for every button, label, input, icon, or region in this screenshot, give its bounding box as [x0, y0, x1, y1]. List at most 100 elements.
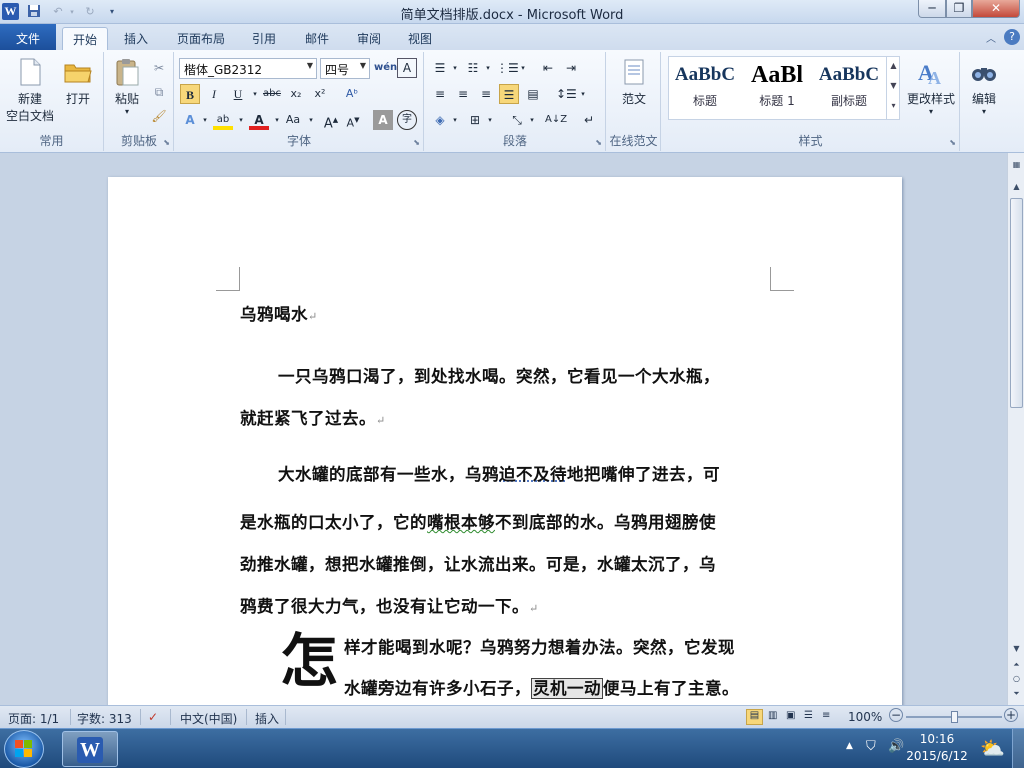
phonetic-guide-icon[interactable]: wén	[374, 58, 394, 78]
copy-icon[interactable]: ⧉	[149, 82, 169, 102]
close-button[interactable]: ✕	[972, 0, 1020, 18]
status-words[interactable]: 字数: 313	[77, 710, 132, 727]
clock[interactable]: 10:16 2015/6/12	[900, 731, 974, 765]
tab-review[interactable]: 审阅	[347, 27, 391, 50]
increase-indent-icon[interactable]: ⇥	[561, 58, 581, 78]
editing-dropdown-icon[interactable]: ▾	[965, 107, 1003, 116]
text-highlight-icon[interactable]: ab	[213, 110, 233, 130]
zoom-out-icon[interactable]: −	[889, 708, 903, 722]
vertical-scrollbar[interactable]: ▦ ▲ ▼ ⏶ ○ ⏷	[1007, 153, 1024, 705]
tab-mailings[interactable]: 邮件	[295, 27, 339, 50]
line-spacing-dropdown-icon[interactable]: ▾	[573, 84, 593, 104]
vertical-scroll-thumb[interactable]	[1010, 198, 1023, 408]
shading-dropdown-icon[interactable]: ▾	[445, 110, 465, 130]
text-effects-dropdown-icon[interactable]: ▾	[195, 110, 215, 130]
para1-line1[interactable]: 一只乌鸦口渴了，到处找水喝。突然，它看见一个大水瓶，	[278, 363, 720, 387]
bold-button[interactable]: B	[180, 84, 200, 104]
tab-view[interactable]: 视图	[398, 27, 442, 50]
clear-formatting-icon[interactable]: Aᵇ	[342, 84, 362, 104]
new-blank-document-button[interactable]: 新建 空白文档	[4, 56, 56, 124]
outline-icon[interactable]: ☰	[804, 710, 813, 721]
tab-insert[interactable]: 插入	[114, 27, 158, 50]
change-case-dropdown-icon[interactable]: ▾	[301, 110, 321, 130]
scroll-up-icon[interactable]: ▲	[1009, 179, 1024, 194]
paste-button[interactable]: 粘贴 ▾	[109, 56, 145, 116]
status-page[interactable]: 页面: 1/1	[8, 710, 59, 727]
taskbar-word-button[interactable]: W	[62, 731, 118, 767]
action-center-icon[interactable]: ⛉	[866, 739, 876, 754]
scroll-down-icon[interactable]: ▼	[1009, 641, 1024, 656]
zoom-level[interactable]: 100%	[848, 710, 882, 724]
open-button[interactable]: 打开	[58, 56, 98, 107]
styles-scroll[interactable]: ▲ ▼ ▾	[886, 56, 900, 120]
font-name-combo[interactable]: 楷体_GB2312 ▼	[179, 58, 317, 79]
styles-dialog-launcher-icon[interactable]: ⬊	[949, 138, 956, 147]
tab-home[interactable]: 开始	[62, 27, 108, 50]
next-page-icon[interactable]: ⏷	[1009, 686, 1024, 701]
style-title[interactable]: AaBbC 标题	[670, 58, 740, 118]
align-center-icon[interactable]: ≡	[453, 84, 473, 104]
proofing-icon[interactable]: ✓	[148, 710, 158, 724]
change-styles-dropdown-icon[interactable]: ▾	[904, 107, 958, 116]
borders-dropdown-icon[interactable]: ▾	[480, 110, 500, 130]
clipboard-dialog-launcher-icon[interactable]: ⬊	[163, 138, 170, 147]
align-right-icon[interactable]: ≡	[476, 84, 496, 104]
multilevel-dropdown-icon[interactable]: ▾	[513, 58, 533, 78]
doc-title[interactable]: 乌鸦喝水↵	[240, 301, 318, 325]
align-left-icon[interactable]: ≡	[430, 84, 450, 104]
highlight-dropdown-icon[interactable]: ▾	[231, 110, 251, 130]
help-icon[interactable]: ?	[1004, 29, 1020, 45]
format-painter-icon[interactable]: 🖌	[149, 106, 169, 126]
status-insert-mode[interactable]: 插入	[255, 710, 279, 727]
browse-object-icon[interactable]: ○	[1009, 671, 1024, 686]
weather-icon[interactable]: ⛅	[980, 736, 1005, 760]
full-screen-reading-icon[interactable]: ▥	[768, 710, 777, 721]
font-size-dropdown-icon[interactable]: ▼	[360, 61, 366, 70]
maximize-button[interactable]: ❐	[946, 0, 972, 18]
para2-line3[interactable]: 劲推水罐，想把水罐推倒，让水流出来。可是，水罐太沉了，乌	[240, 551, 716, 575]
ruler-toggle-icon[interactable]: ▦	[1009, 157, 1024, 172]
subscript-button[interactable]: x₂	[286, 84, 306, 104]
cut-icon[interactable]: ✂	[149, 58, 169, 78]
paragraph-dialog-launcher-icon[interactable]: ⬊	[595, 138, 602, 147]
para2-line4[interactable]: 鸦费了很大力气，也没有让它动一下。↵	[240, 593, 539, 617]
minimize-ribbon-icon[interactable]: ︿	[986, 30, 996, 45]
chinese-layout-dropdown-icon[interactable]: ▾	[522, 110, 542, 130]
tab-file[interactable]: 文件	[0, 24, 56, 50]
strikethrough-button[interactable]: abc	[262, 84, 282, 104]
font-name-dropdown-icon[interactable]: ▼	[307, 61, 313, 70]
bullets-dropdown-icon[interactable]: ▾	[445, 58, 465, 78]
zoom-in-icon[interactable]: +	[1004, 708, 1018, 722]
zoom-slider-thumb[interactable]	[951, 711, 958, 723]
prev-page-icon[interactable]: ⏶	[1009, 657, 1024, 672]
font-color-icon[interactable]: A	[249, 110, 269, 130]
para2-line2[interactable]: 是水瓶的口太小了，它的嘴根本够不到底部的水。乌鸦用翅膀使	[240, 509, 716, 533]
char-shading-button[interactable]: A	[373, 110, 393, 130]
superscript-button[interactable]: x²	[310, 84, 330, 104]
style-heading1[interactable]: AaBl 标题 1	[742, 58, 812, 118]
tab-page-layout[interactable]: 页面布局	[167, 27, 235, 50]
para3-line2[interactable]: 水罐旁边有许多小石子， 灵机一动 便马上有了主意。	[344, 675, 739, 699]
numbering-dropdown-icon[interactable]: ▾	[478, 58, 498, 78]
shrink-font-button[interactable]: A▼	[343, 110, 363, 130]
distributed-icon[interactable]: ▤	[523, 84, 543, 104]
italic-button[interactable]: I	[204, 84, 224, 104]
para2-line1[interactable]: 大水罐的底部有一些水，乌鸦迫不及待地把嘴伸了进去，可	[278, 461, 720, 485]
sort-icon[interactable]: A↓Z	[545, 110, 565, 130]
grow-font-button[interactable]: A▲	[321, 110, 341, 130]
decrease-indent-icon[interactable]: ⇤	[538, 58, 558, 78]
status-language[interactable]: 中文(中国)	[180, 710, 237, 727]
minimize-button[interactable]: ─	[918, 0, 946, 18]
tray-expand-icon[interactable]: ▲	[846, 741, 853, 751]
tab-references[interactable]: 引用	[242, 27, 286, 50]
show-marks-icon[interactable]: ↵	[579, 110, 599, 130]
para3-line1[interactable]: 样才能喝到水呢？乌鸦努力想着办法。突然，它发现	[344, 634, 735, 658]
template-button[interactable]: 范文	[613, 56, 655, 107]
char-border-icon[interactable]: A	[397, 58, 417, 78]
enclose-char-button[interactable]: 字	[397, 110, 417, 130]
document-page[interactable]: 乌鸦喝水↵ 一只乌鸦口渴了，到处找水喝。突然，它看见一个大水瓶， 就赶紧飞了过去…	[108, 177, 902, 705]
paste-dropdown-icon[interactable]: ▾	[109, 107, 145, 116]
draft-icon[interactable]: ≡	[822, 710, 830, 721]
justify-icon[interactable]: ☰	[499, 84, 519, 104]
font-dialog-launcher-icon[interactable]: ⬊	[413, 138, 420, 147]
